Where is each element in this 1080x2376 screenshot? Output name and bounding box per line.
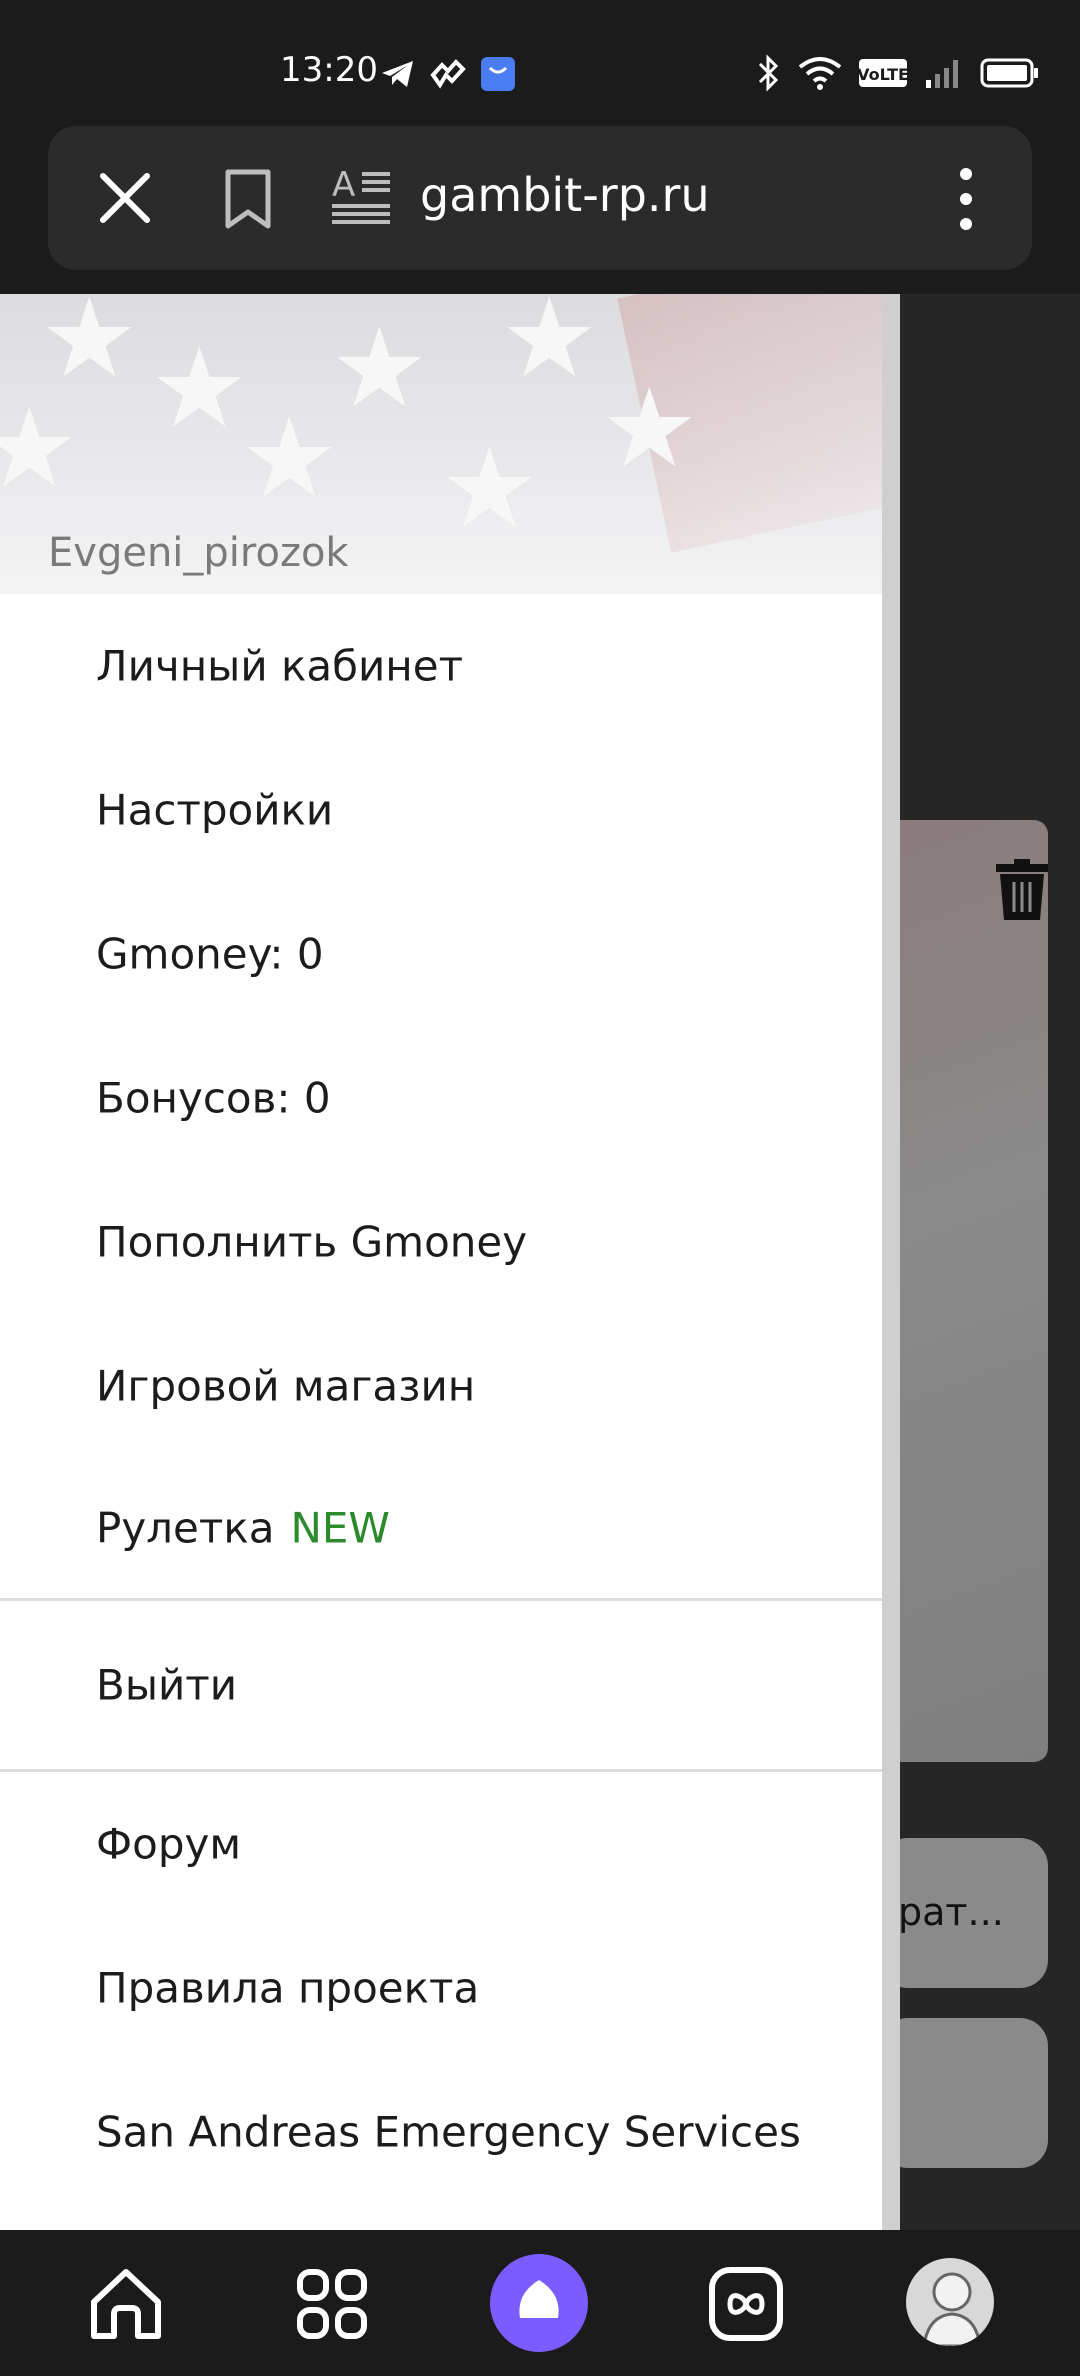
close-icon[interactable]: [93, 166, 157, 230]
menu-item-bonuses[interactable]: Бонусов: 0: [0, 1026, 882, 1170]
browser-address-bar: A gambit-rp.ru: [48, 126, 1032, 270]
menu-item-label: Личный кабинет: [96, 641, 464, 691]
alice-assistant-icon[interactable]: [490, 2254, 588, 2352]
star-decoration: ★: [150, 327, 249, 450]
drawer-edge: [882, 294, 900, 2230]
menu-item-forum[interactable]: Форум: [0, 1772, 882, 1916]
background-card: [880, 820, 1048, 1762]
apps-grid-icon[interactable]: [292, 2264, 372, 2344]
background-button-secondary[interactable]: [880, 2018, 1048, 2168]
star-decoration: ★: [40, 294, 139, 400]
menu-item-rules[interactable]: Правила проекта: [0, 1916, 882, 2060]
menu-item-label: Игровой магазин: [96, 1361, 476, 1411]
star-decoration: ★: [440, 427, 539, 550]
reader-mode-icon[interactable]: A: [330, 166, 392, 230]
menu-item-roulette[interactable]: Рулетка NEW: [0, 1458, 882, 1598]
new-badge: NEW: [290, 1503, 390, 1553]
battery-icon: [980, 58, 1038, 88]
profile-avatar[interactable]: [906, 2258, 994, 2346]
app-notification-icon: [430, 59, 466, 89]
wifi-icon: [798, 57, 842, 90]
menu-item-logout[interactable]: Выйти: [0, 1601, 882, 1769]
menu-item-settings[interactable]: Настройки: [0, 738, 882, 882]
svg-text:A: A: [332, 166, 355, 205]
menu-item-saes[interactable]: San Andreas Emergency Services: [0, 2060, 882, 2204]
drawer-username: Evgeni_pirozok: [48, 530, 349, 576]
menu-item-label: San Andreas Emergency Services: [96, 2107, 801, 2157]
background-button[interactable]: рат...: [880, 1838, 1048, 1988]
menu-item-label: Форум: [96, 1819, 242, 1869]
drawer-header: ★ ★ ★ ★ ★ ★ ★ ★ Evgeni_pirozok: [0, 294, 882, 594]
menu-item-label-wrap: Рулетка NEW: [96, 1504, 390, 1553]
menu-item-label: Бонусов: 0: [96, 1073, 331, 1123]
svg-text:VoLTE: VoLTE: [858, 65, 908, 84]
menu-item-label: Пополнить Gmoney: [96, 1217, 528, 1267]
navigation-drawer: ★ ★ ★ ★ ★ ★ ★ ★ Evgeni_pirozok Личный ка…: [0, 294, 882, 2230]
url-text[interactable]: gambit-rp.ru: [420, 168, 710, 222]
menu-item-label: Выйти: [96, 1660, 238, 1710]
menu-item-game-shop[interactable]: Игровой магазин: [0, 1314, 882, 1458]
system-status-icons: VoLTE: [756, 54, 1040, 92]
menu-item-label: Gmoney: 0: [96, 929, 324, 979]
menu-item-topup-gmoney[interactable]: Пополнить Gmoney: [0, 1170, 882, 1314]
telegram-icon: [382, 61, 413, 87]
menu-item-gmoney[interactable]: Gmoney: 0: [0, 882, 882, 1026]
status-bar: 13:20 VoLTE: [0, 0, 1080, 120]
volte-icon: VoLTE: [858, 59, 908, 87]
menu-item-label: Настройки: [96, 785, 334, 835]
drawer-menu: Личный кабинет Настройки Gmoney: 0 Бонус…: [0, 594, 882, 2204]
background-button-label: рат...: [898, 1890, 1004, 1934]
bluetooth-icon: [758, 54, 779, 92]
menu-item-label: Правила проекта: [96, 1963, 480, 2013]
bookmark-icon[interactable]: [220, 168, 276, 230]
tabs-icon[interactable]: [706, 2264, 786, 2344]
more-vert-icon[interactable]: [954, 164, 978, 234]
star-decoration: ★: [330, 307, 429, 430]
screen: 13:20 VoLTE A gambit-rp.ru рат... ★ ★ ★ …: [0, 0, 1080, 2376]
star-decoration: ★: [500, 294, 599, 400]
notification-icons: [380, 56, 516, 92]
status-time: 13:20: [280, 50, 378, 90]
star-decoration: ★: [0, 387, 79, 510]
menu-item-label: Рулетка: [96, 1503, 275, 1553]
trash-icon[interactable]: [992, 858, 1052, 922]
menu-item-profile[interactable]: Личный кабинет: [0, 594, 882, 738]
star-decoration: ★: [600, 367, 699, 490]
signal-icon: [926, 60, 958, 88]
alice-glyph: [519, 2280, 559, 2318]
store-notification-icon: [481, 57, 515, 91]
avatar-silhouette: [922, 2272, 982, 2346]
home-icon[interactable]: [86, 2264, 166, 2344]
star-decoration: ★: [240, 397, 339, 520]
bottom-navigation: [0, 2230, 1080, 2376]
